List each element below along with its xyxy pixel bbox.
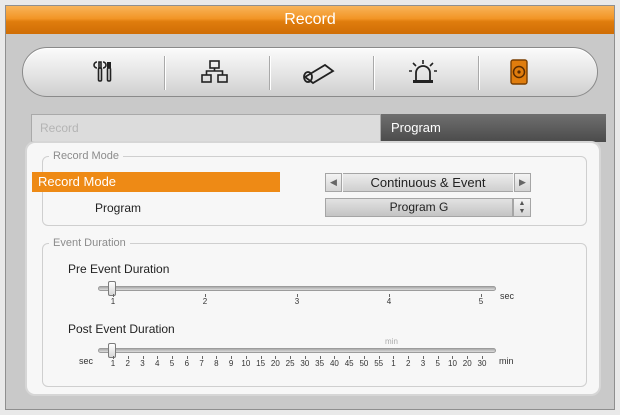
pre-event-tick-label: 5	[478, 297, 484, 306]
pre-event-tick-label: 1	[110, 297, 116, 306]
network-icon	[201, 60, 228, 83]
post-event-tick-label: 2	[125, 359, 130, 368]
spin-up-icon[interactable]: ▲	[514, 199, 530, 207]
record-mode-label[interactable]: Record Mode	[32, 172, 280, 192]
post-event-tick-label: 40	[329, 359, 339, 368]
post-event-left-unit: sec	[79, 356, 94, 366]
post-event-tick-label: 30	[300, 359, 310, 368]
post-event-tick-label: 20	[270, 359, 280, 368]
tab-program[interactable]: Program	[381, 114, 606, 142]
program-selector[interactable]: Program G ▲ ▼	[325, 198, 531, 217]
post-event-tick-label: 3	[140, 359, 145, 368]
pre-event-slider-thumb[interactable]	[108, 281, 116, 296]
program-label: Program	[95, 201, 142, 215]
post-event-tick-label: 50	[359, 359, 369, 368]
post-event-tick-label: 10	[241, 359, 251, 368]
record-mode-legend: Record Mode	[53, 150, 120, 162]
record-mode-selector[interactable]: ◀ Continuous & Event ▶	[325, 173, 531, 192]
post-event-tick-label: 1	[391, 359, 396, 368]
camera-icon	[303, 63, 335, 85]
post-event-tick-label: 10	[448, 359, 457, 368]
post-event-tick-label: 1	[110, 359, 116, 368]
post-event-label: Post Event Duration	[68, 322, 175, 336]
alarm-icon	[409, 60, 437, 83]
post-event-mid-unit: min	[385, 337, 398, 346]
record-mode-value: Continuous & Event	[343, 173, 513, 192]
post-event-tick-label: 2	[405, 359, 411, 368]
pre-event-unit: sec	[500, 291, 515, 301]
post-event-slider-thumb[interactable]	[108, 343, 116, 358]
pre-event-tick-label: 3	[294, 297, 300, 306]
post-event-tick-label: 55	[374, 359, 384, 368]
post-event-tick-label: 15	[256, 359, 266, 368]
mode-next-button[interactable]: ▶	[514, 173, 531, 192]
pre-event-tick-label: 4	[386, 297, 392, 306]
tab-record[interactable]: Record	[31, 114, 381, 142]
hdd-record-icon	[510, 59, 528, 85]
post-event-tick-label: 20	[462, 359, 472, 368]
post-event-tick-label: 4	[155, 359, 160, 368]
camera-button[interactable]	[295, 54, 343, 90]
post-event-tick-label: 8	[214, 359, 219, 368]
post-event-tick-label: 30	[477, 359, 487, 368]
network-button[interactable]	[191, 54, 239, 90]
post-event-track[interactable]	[98, 348, 496, 353]
post-event-tick-label: 7	[199, 359, 204, 368]
pre-event-track[interactable]	[98, 286, 496, 291]
post-event-tick-label: 3	[420, 359, 426, 368]
post-event-tick-label: 9	[228, 359, 234, 368]
record-button[interactable]	[495, 54, 543, 90]
post-event-tick-label: 5	[435, 359, 440, 368]
post-event-tick-label: 5	[169, 359, 175, 368]
mode-prev-button[interactable]: ◀	[325, 173, 342, 192]
pre-event-tick-label: 2	[202, 297, 208, 306]
pre-event-label: Pre Event Duration	[68, 262, 170, 276]
window-title: Record	[6, 6, 614, 34]
post-event-tick-label: 45	[344, 359, 354, 368]
post-event-tick-label: 35	[315, 359, 325, 368]
post-event-tick-label: 6	[184, 359, 190, 368]
tools-button[interactable]	[81, 54, 129, 90]
alarm-button[interactable]	[399, 54, 447, 90]
post-event-unit: min	[499, 356, 514, 366]
spin-down-icon[interactable]: ▼	[514, 207, 530, 215]
main-toolbar	[22, 47, 598, 97]
program-spin-buttons[interactable]: ▲ ▼	[513, 198, 531, 217]
tools-icon	[93, 61, 112, 82]
event-duration-legend: Event Duration	[53, 237, 126, 249]
post-event-tick-label: 25	[285, 359, 295, 368]
program-value[interactable]: Program G	[325, 198, 513, 217]
tab-bar: Record Program	[31, 114, 606, 142]
